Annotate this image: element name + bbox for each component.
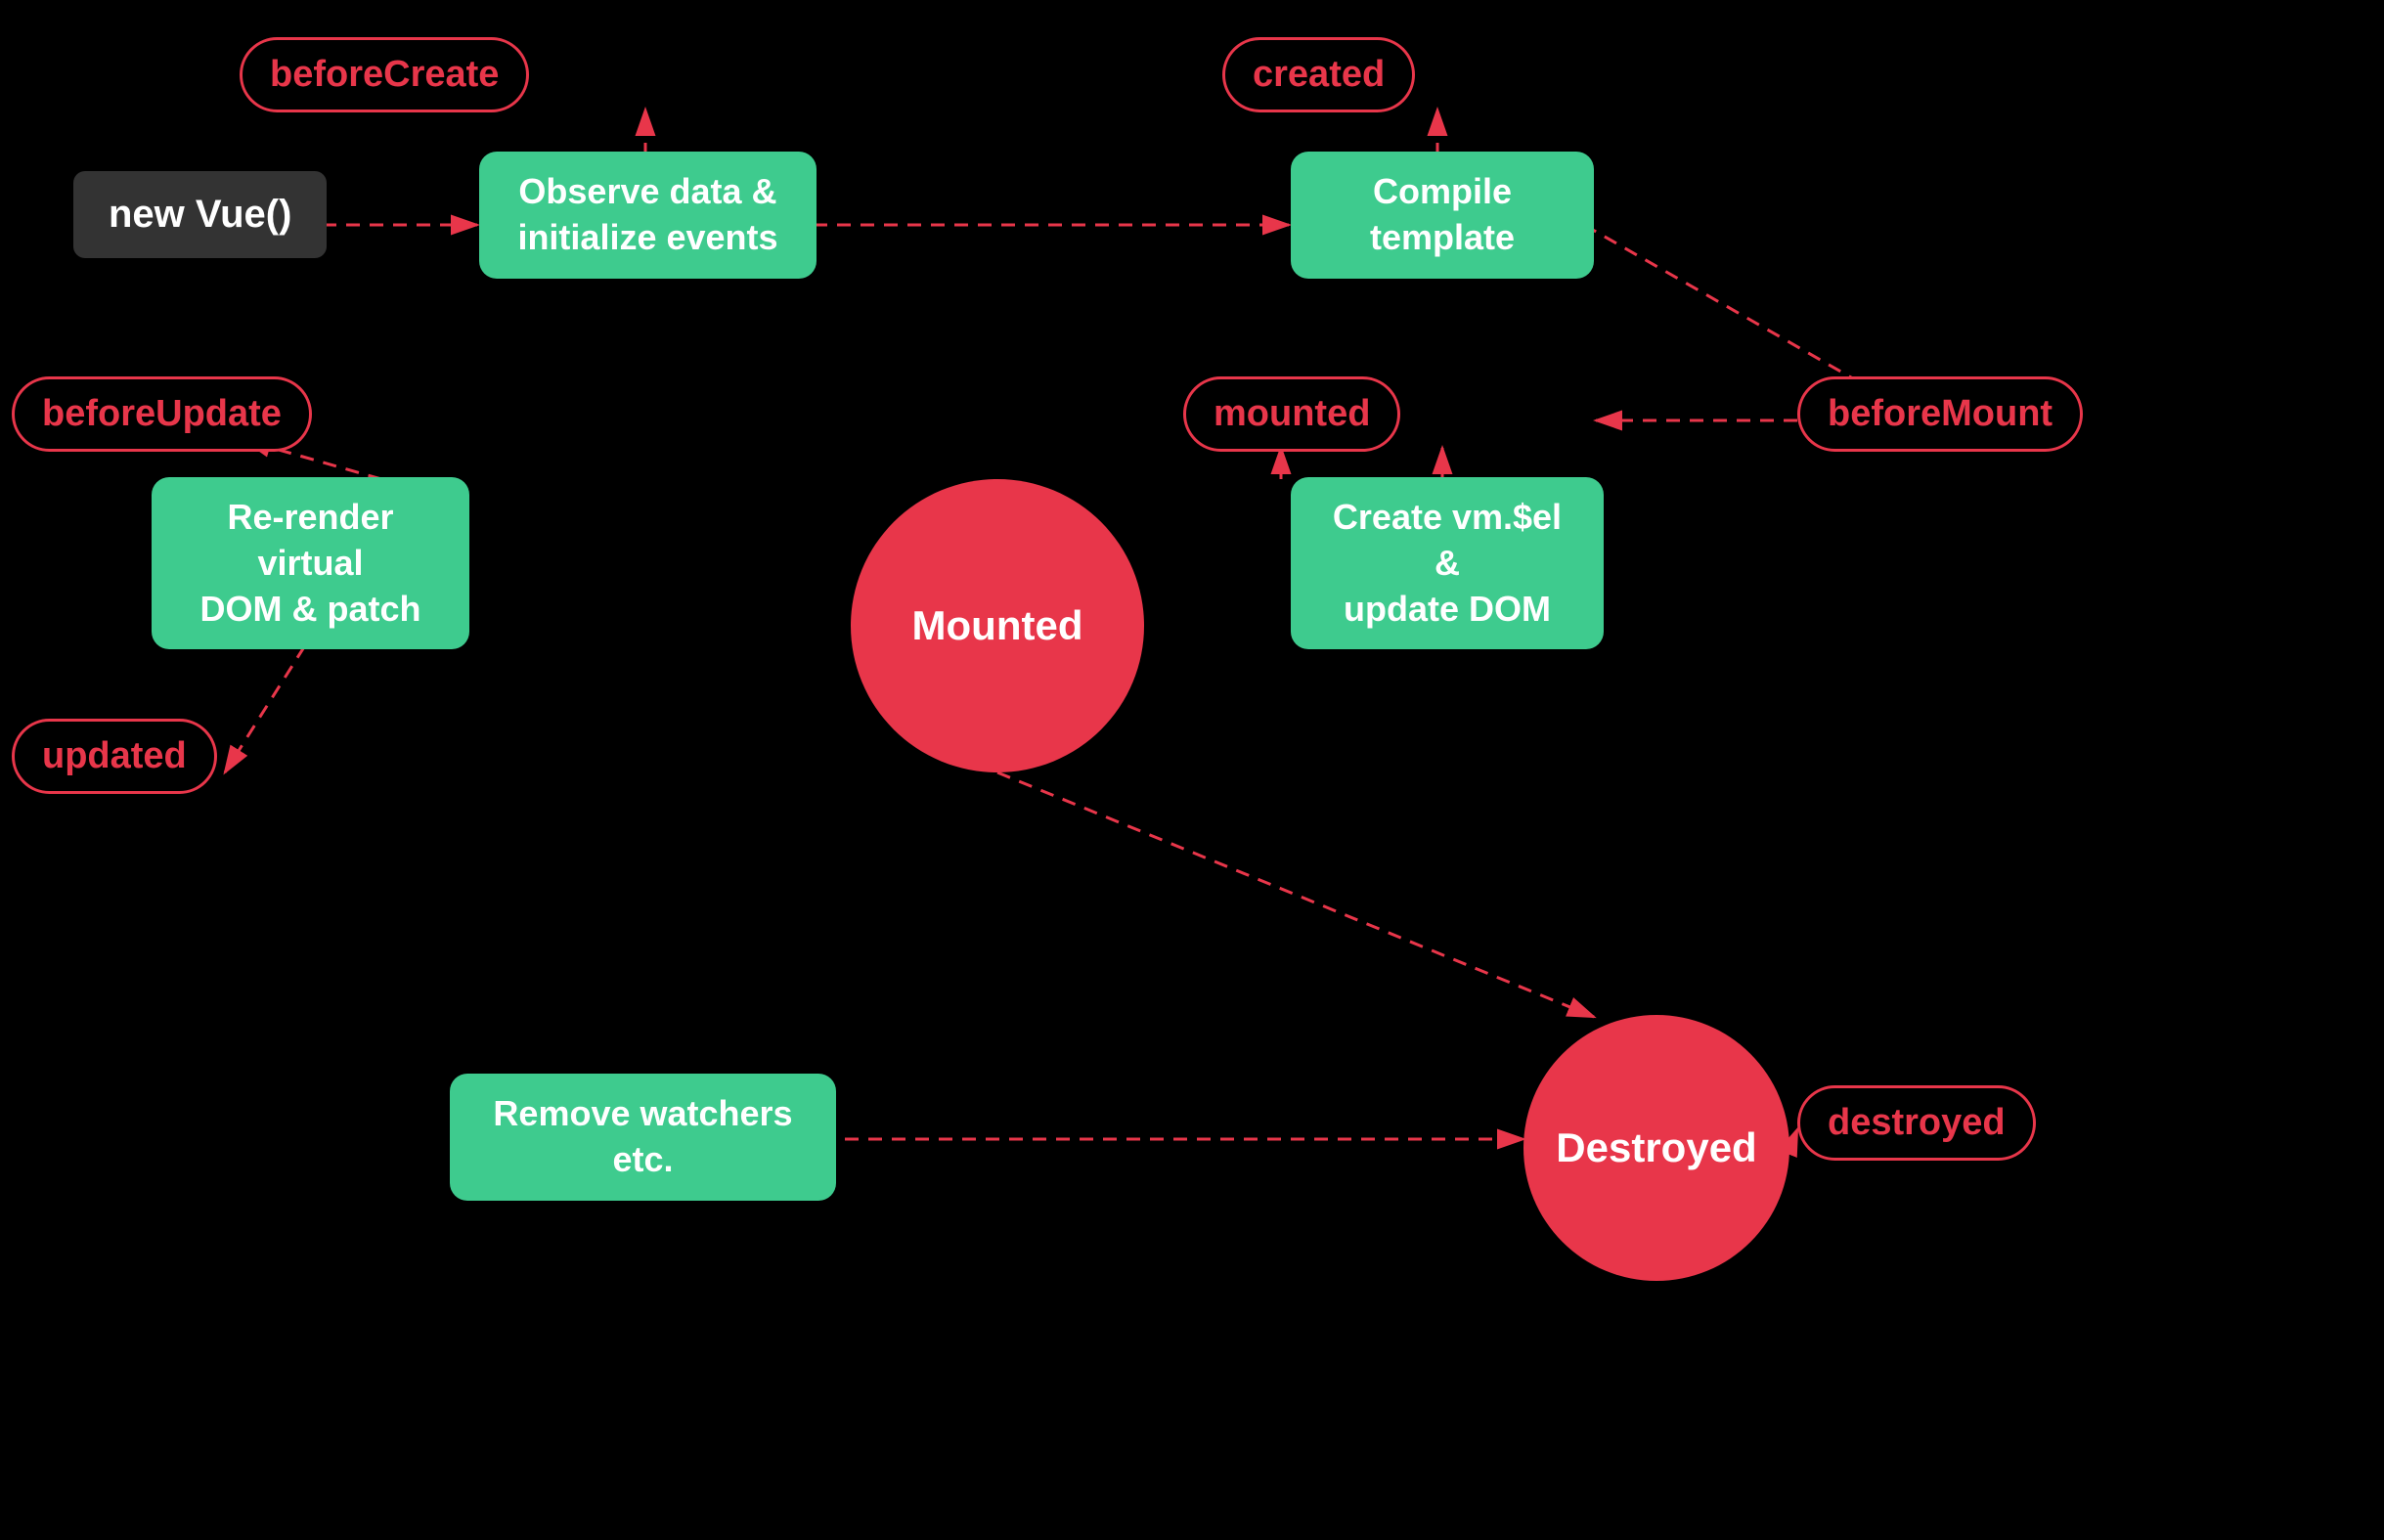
new-vue-box: new Vue() [73, 171, 327, 258]
arrows-overlay [0, 0, 2384, 1540]
mounted-hook-label: mounted [1183, 376, 1400, 452]
create-vm-box: Create vm.$el & update DOM [1291, 477, 1604, 649]
lifecycle-diagram: new Vue() Observe data & initialize even… [0, 0, 2384, 1540]
re-render-box: Re-render virtual DOM & patch [152, 477, 469, 649]
mounted-circle: Mounted [851, 479, 1144, 772]
destroyed-hook-label: destroyed [1797, 1085, 2036, 1161]
before-update-hook: beforeUpdate [12, 376, 312, 452]
compile-template-box: Compile template [1291, 152, 1594, 279]
destroyed-circle: Destroyed [1523, 1015, 1789, 1281]
created-hook: created [1222, 37, 1415, 112]
updated-hook: updated [12, 719, 217, 794]
remove-watchers-box: Remove watchers etc. [450, 1074, 836, 1201]
observe-data-box: Observe data & initialize events [479, 152, 817, 279]
before-mount-hook: beforeMount [1797, 376, 2083, 452]
before-create-hook: beforeCreate [240, 37, 529, 112]
